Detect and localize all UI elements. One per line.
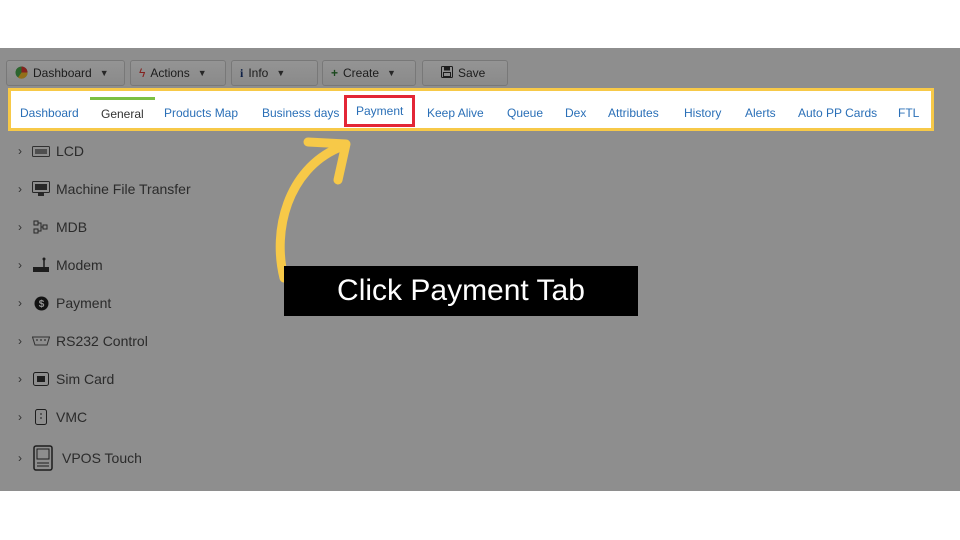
tab-ftl[interactable]: FTL (898, 100, 919, 126)
chevron-right-icon: › (18, 296, 22, 310)
info-menu-label: Info (248, 66, 269, 80)
create-menu-button[interactable]: + Create ▼ (322, 60, 416, 86)
instruction-callout: Click Payment Tab (284, 266, 638, 316)
tree-item-label: MDB (56, 219, 88, 235)
pie-chart-icon (15, 66, 28, 81)
tab-auto-pp-cards[interactable]: Auto PP Cards (798, 100, 877, 126)
caret-down-icon: ▼ (197, 68, 207, 78)
tree-item-lcd[interactable]: › LCD (18, 139, 84, 163)
tab-bar: Dashboard General Products Map Business … (8, 88, 934, 131)
tree-item-label: RS232 Control (56, 333, 148, 349)
ftp-icon (32, 181, 50, 197)
chevron-right-icon: › (18, 220, 22, 234)
tree-item-mdb[interactable]: › MDB (18, 215, 87, 239)
tab-alerts[interactable]: Alerts (745, 100, 776, 126)
chevron-right-icon: › (18, 451, 22, 465)
lcd-display-icon (32, 143, 50, 159)
tab-business-days[interactable]: Business days (262, 100, 339, 126)
caret-down-icon: ▼ (99, 68, 109, 78)
chevron-right-icon: › (18, 258, 22, 272)
chevron-right-icon: › (18, 334, 22, 348)
chevron-right-icon: › (18, 144, 22, 158)
chevron-right-icon: › (18, 410, 22, 424)
dollar-coin-icon: $ (32, 295, 50, 311)
dashboard-menu-label: Dashboard (33, 66, 92, 80)
tree-item-rs232-control[interactable]: › RS232 Control (18, 329, 148, 353)
chevron-right-icon: › (18, 372, 22, 386)
tree-item-label: Modem (56, 257, 103, 273)
tab-general[interactable]: General (90, 97, 155, 128)
floppy-disk-icon (441, 66, 453, 80)
tab-history[interactable]: History (684, 100, 721, 126)
tree-item-vpos-touch[interactable]: › VPOS Touch (18, 443, 142, 473)
dashboard-menu-button[interactable]: Dashboard ▼ (6, 60, 125, 86)
tab-products-map[interactable]: Products Map (164, 100, 238, 126)
tree-item-modem[interactable]: › Modem (18, 253, 103, 277)
tree-item-machine-file-transfer[interactable]: › Machine File Transfer (18, 177, 191, 201)
svg-text:$: $ (38, 299, 44, 310)
tab-queue[interactable]: Queue (507, 100, 543, 126)
save-button[interactable]: Save (422, 60, 508, 86)
actions-menu-label: Actions (150, 66, 190, 80)
caret-down-icon: ▼ (387, 68, 396, 78)
create-menu-label: Create (343, 66, 380, 80)
actions-menu-button[interactable]: ϟ Actions ▼ (130, 60, 226, 86)
lightning-icon: ϟ (139, 66, 146, 80)
tree-item-label: LCD (56, 143, 85, 159)
chevron-right-icon: › (18, 182, 22, 196)
vending-machine-icon (32, 409, 50, 425)
tab-attributes[interactable]: Attributes (608, 100, 659, 126)
tree-item-label: Machine File Transfer (56, 181, 191, 197)
save-label: Save (458, 66, 486, 80)
info-menu-button[interactable]: i Info ▼ (231, 60, 318, 86)
tree-item-sim-card[interactable]: › Sim Card (18, 367, 114, 391)
info-icon: i (240, 66, 244, 80)
tab-keep-alive[interactable]: Keep Alive (427, 100, 484, 126)
caret-down-icon: ▼ (276, 68, 286, 78)
modem-icon (32, 257, 50, 273)
tab-payment[interactable]: Payment (344, 95, 416, 127)
sim-card-icon (32, 371, 50, 387)
plus-icon: + (331, 66, 339, 80)
tree-item-label: Payment (56, 295, 112, 311)
tree-item-label: Sim Card (56, 371, 115, 387)
tree-item-label: VMC (56, 409, 88, 425)
tab-dex[interactable]: Dex (565, 100, 586, 126)
tree-item-vmc[interactable]: › VMC (18, 405, 87, 429)
tab-dashboard[interactable]: Dashboard (20, 100, 79, 126)
serial-port-icon (32, 333, 50, 349)
pos-terminal-icon (32, 445, 54, 471)
tree-item-label: VPOS Touch (62, 450, 142, 466)
network-nodes-icon (32, 219, 50, 235)
tree-item-payment[interactable]: › $ Payment (18, 291, 111, 315)
